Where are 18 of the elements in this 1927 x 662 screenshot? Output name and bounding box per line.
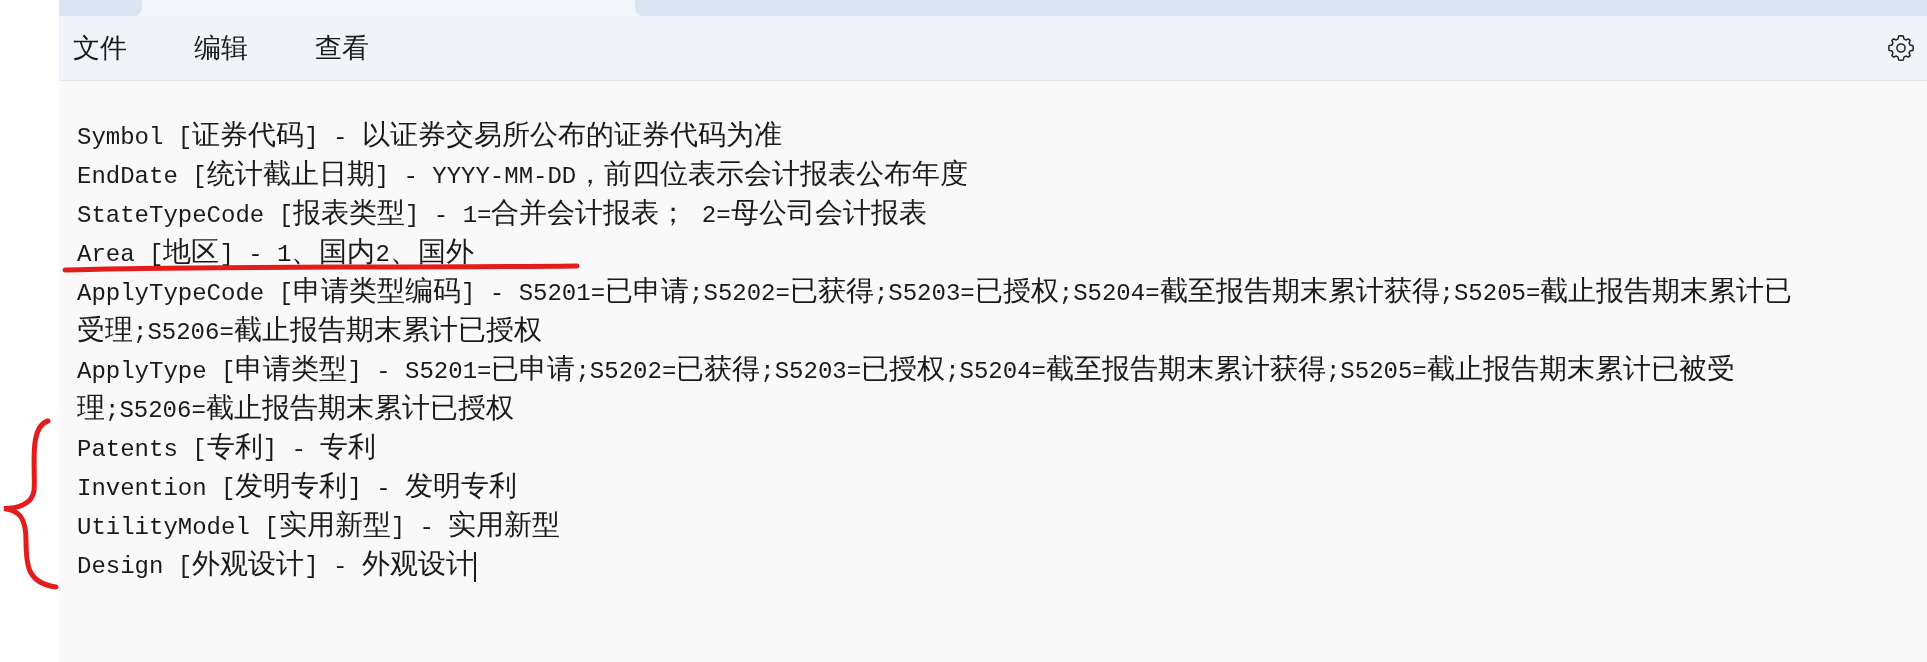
text-line: EndDate [统计截止日期] - YYYY-MM-DD，前四位表示会计报表公布年度 <box>77 156 969 192</box>
tab[interactable] <box>635 0 1927 16</box>
menu-item[interactable]: 查看 <box>305 24 379 72</box>
text-line: ApplyTypeCode [申请类型编码] - S5201=已申请;S5202=已获得;S5203=已授权;S5204=截至报告期末累计获得;S5205=截止报告期末累计已 <box>77 273 1793 309</box>
menu-item[interactable]: 文件 <box>63 24 137 72</box>
text-line: 受理;S5206=截止报告期末累计已授权 <box>77 312 542 348</box>
text-line: Area [地区] - 1、国内2、国外 <box>77 234 474 270</box>
text-line: StateTypeCode [报表类型] - 1=合并会计报表； 2=母公司会计报表 <box>77 195 927 231</box>
text-line: 理;S5206=截止报告期末累计已授权 <box>77 390 514 426</box>
text-line: Patents [专利] - 专利 <box>77 429 377 465</box>
menu-item[interactable]: 编辑 <box>184 24 258 72</box>
settings-icon[interactable] <box>1887 34 1915 62</box>
text-line: UtilityModel [实用新型] - 实用新型 <box>77 507 561 543</box>
tab[interactable] <box>59 0 142 16</box>
text-line: Invention [发明专利] - 发明专利 <box>77 468 518 504</box>
text-line: ApplyType [申请类型] - S5201=已申请;S5202=已获得;S5203=已授权;S5204=截至报告期末累计获得;S5205=截止报告期末累计已被受 <box>77 351 1735 387</box>
text-line: Symbol [证券代码] - 以证券交易所公布的证券代码为准 <box>77 117 782 153</box>
text-line: Design [外观设计] - 外观设计 <box>77 546 474 582</box>
